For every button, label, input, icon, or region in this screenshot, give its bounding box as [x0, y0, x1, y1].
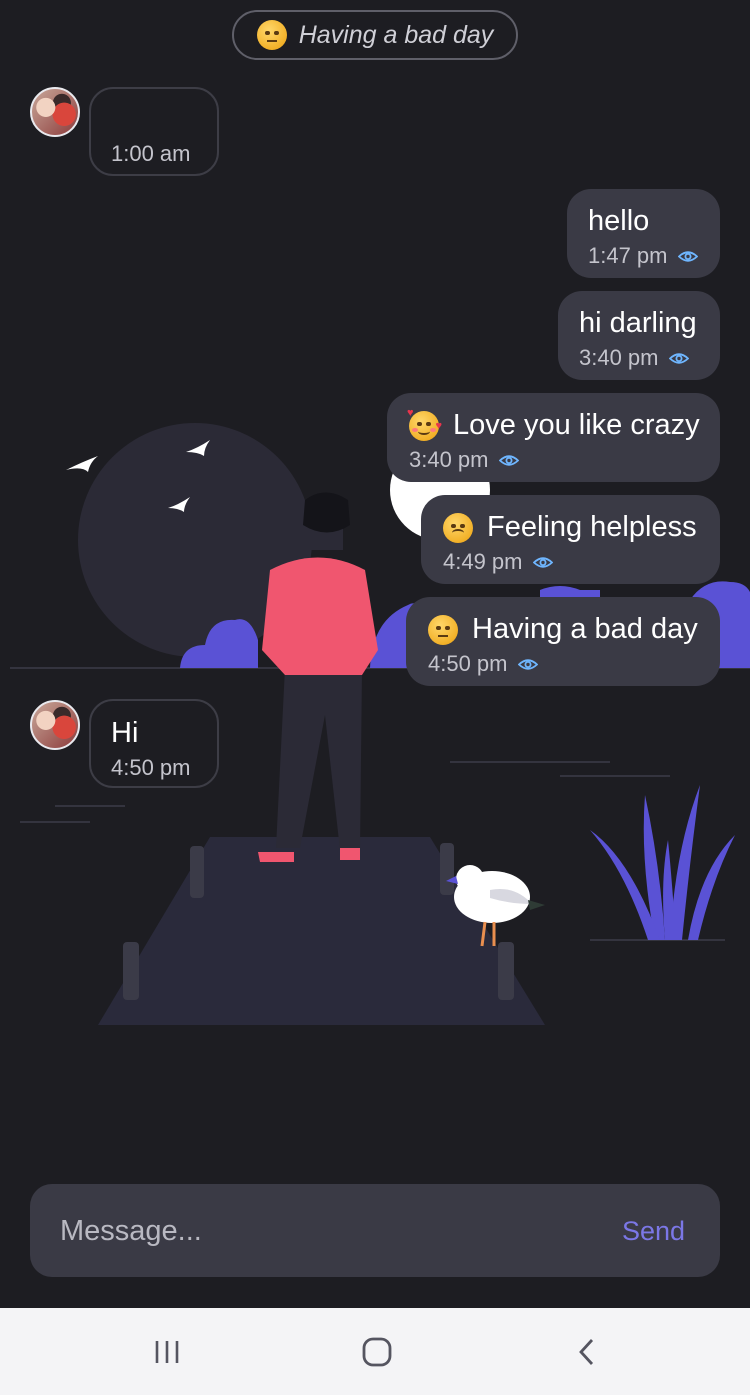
status-text: Having a bad day: [298, 20, 494, 49]
message-text: Love you like crazy: [453, 409, 700, 441]
back-icon: [579, 1338, 594, 1365]
message-input[interactable]: [58, 1184, 602, 1279]
recent-apps-button[interactable]: [122, 1308, 212, 1395]
home-button[interactable]: [332, 1308, 422, 1395]
recent-apps-icon: [155, 1340, 179, 1363]
message-text: Feeling helpless: [487, 511, 697, 543]
message-time: 3:40 pm: [579, 345, 659, 370]
unamused-face-emoji: [428, 614, 458, 645]
outgoing-message[interactable]: hi darling 3:40 pm: [558, 291, 720, 380]
outgoing-message[interactable]: ♥ ♥ Love you like crazy 3:40 pm: [387, 393, 720, 482]
message-text: Hi: [111, 717, 139, 749]
message-time: 4:49 pm: [443, 549, 523, 574]
message-text: Having a bad day: [472, 613, 698, 645]
smiling-face-with-hearts-emoji: ♥ ♥: [407, 407, 442, 441]
message-text: hello: [588, 205, 650, 237]
message-text: hi darling: [579, 307, 697, 339]
avatar[interactable]: [30, 87, 80, 137]
message-time: 1:47 pm: [588, 243, 668, 268]
system-navigation-bar: [0, 1308, 750, 1395]
send-button[interactable]: Send: [616, 1184, 691, 1277]
home-icon: [362, 1337, 392, 1366]
message-time: 4:50 pm: [428, 651, 508, 676]
message-time: 1:00 am: [111, 141, 191, 166]
status-banner: Having a bad day: [232, 10, 518, 60]
incoming-message[interactable]: Hi 4:50 pm: [89, 699, 219, 788]
pier-deck: [98, 837, 545, 1025]
back-button[interactable]: [542, 1308, 632, 1395]
message-time: 3:40 pm: [409, 447, 489, 472]
eye-icon: [532, 556, 553, 568]
reeds: [590, 785, 735, 940]
message-time: 4:50 pm: [111, 755, 191, 780]
incoming-message[interactable]: 1:00 am: [89, 87, 219, 176]
outgoing-message[interactable]: Feeling helpless 4:49 pm: [421, 495, 720, 584]
eye-icon: [668, 352, 689, 364]
outgoing-message[interactable]: hello 1:47 pm: [567, 189, 720, 278]
avatar[interactable]: [30, 700, 80, 750]
frowning-face-emoji: [443, 512, 473, 543]
eye-icon: [498, 454, 519, 466]
message-composer: Send: [30, 1184, 720, 1279]
outgoing-message[interactable]: Having a bad day 4:50 pm: [406, 597, 720, 686]
unamused-face-emoji: [256, 20, 287, 50]
eye-icon: [517, 658, 538, 670]
eye-icon: [677, 250, 698, 262]
